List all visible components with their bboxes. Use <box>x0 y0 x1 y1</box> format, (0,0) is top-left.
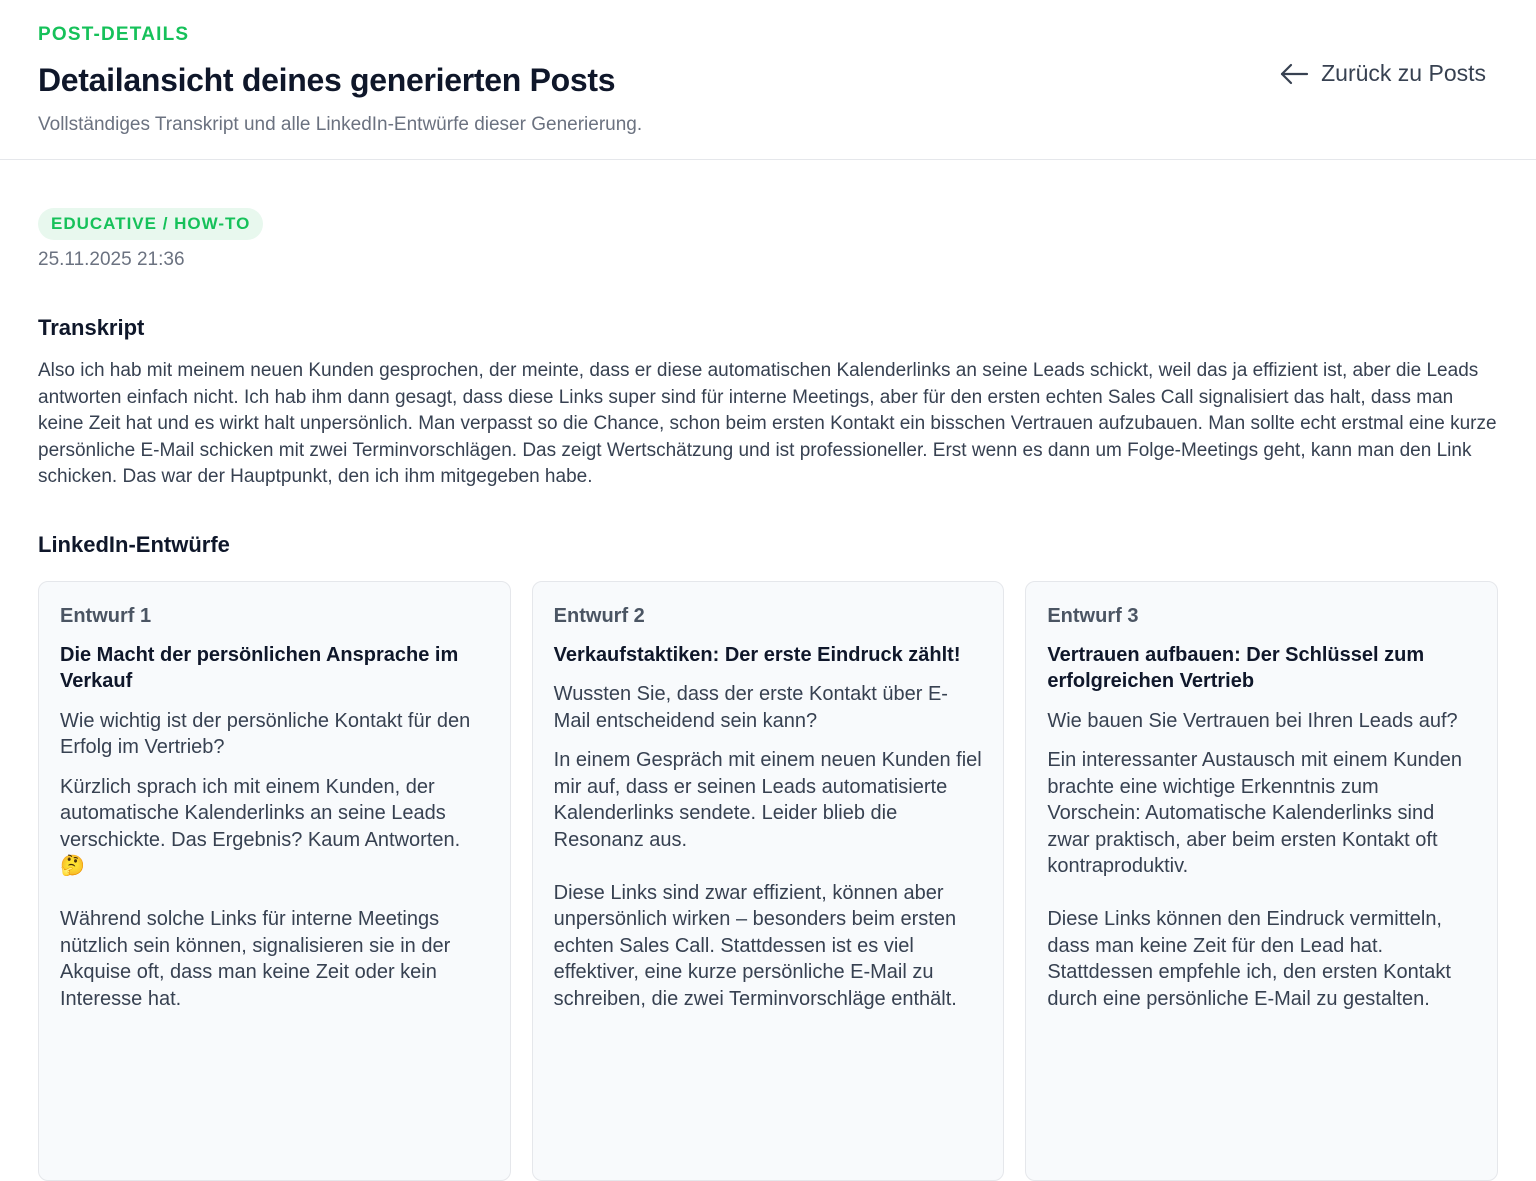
post-meta: EDUCATIVE / HOW-TO 25.11.2025 21:36 <box>38 208 1498 272</box>
arrow-left-icon <box>1279 62 1309 86</box>
draft-headline: Vertrauen aufbauen: Der Schlüssel zum er… <box>1047 643 1425 693</box>
page-subtitle: Vollständiges Transkript und alle Linked… <box>38 114 643 135</box>
transcript-text: Also ich hab mit meinem neuen Kunden ges… <box>38 360 1497 487</box>
page-header: POST-DETAILS Detailansicht deines generi… <box>0 0 1536 160</box>
draft-headline: Verkaufstaktiken: Der erste Eindruck zäh… <box>553 643 961 666</box>
draft-headline: Die Macht der persönlichen Ansprache im … <box>60 643 459 693</box>
draft-label: Entwurf 3 <box>1047 604 1139 627</box>
draft-card-1[interactable]: Entwurf 1 Die Macht der persönlichen Ans… <box>38 580 511 1181</box>
draft-hook: Wussten Sie, dass der erste Kontakt über… <box>553 683 948 732</box>
transcript-title: Transkript <box>38 315 145 340</box>
back-to-posts-label: Zurück zu Posts <box>1321 60 1486 86</box>
draft-card-2[interactable]: Entwurf 2 Verkaufstaktiken: Der erste Ei… <box>531 580 1005 1181</box>
page-eyebrow: POST-DETAILS <box>38 24 190 45</box>
drafts-grid: Entwurf 1 Die Macht der persönlichen Ans… <box>38 580 1499 1181</box>
drafts-title: LinkedIn-Entwürfe <box>38 531 230 557</box>
draft-hook: Wie wichtig ist der persönliche Kontakt … <box>60 709 471 759</box>
draft-hook: Wie bauen Sie Vertrauen bei Ihren Leads … <box>1047 709 1458 732</box>
category-badge: EDUCATIVE / HOW-TO <box>38 208 264 240</box>
draft-body: Kürzlich sprach ich mit einem Kunden, de… <box>60 775 461 1010</box>
post-date: 25.11.2025 21:36 <box>38 249 185 270</box>
draft-body: In einem Gespräch mit einem neuen Kunden… <box>553 749 982 1010</box>
main-content: EDUCATIVE / HOW-TO 25.11.2025 21:36 Tran… <box>0 160 1536 1181</box>
draft-body: Ein interessanter Austausch mit einem Ku… <box>1047 749 1463 1010</box>
back-to-posts-button[interactable]: Zurück zu Posts <box>1279 60 1486 87</box>
draft-label: Entwurf 2 <box>553 604 645 627</box>
draft-card-3[interactable]: Entwurf 3 Vertrauen aufbauen: Der Schlüs… <box>1025 580 1499 1181</box>
draft-label: Entwurf 1 <box>60 604 152 627</box>
